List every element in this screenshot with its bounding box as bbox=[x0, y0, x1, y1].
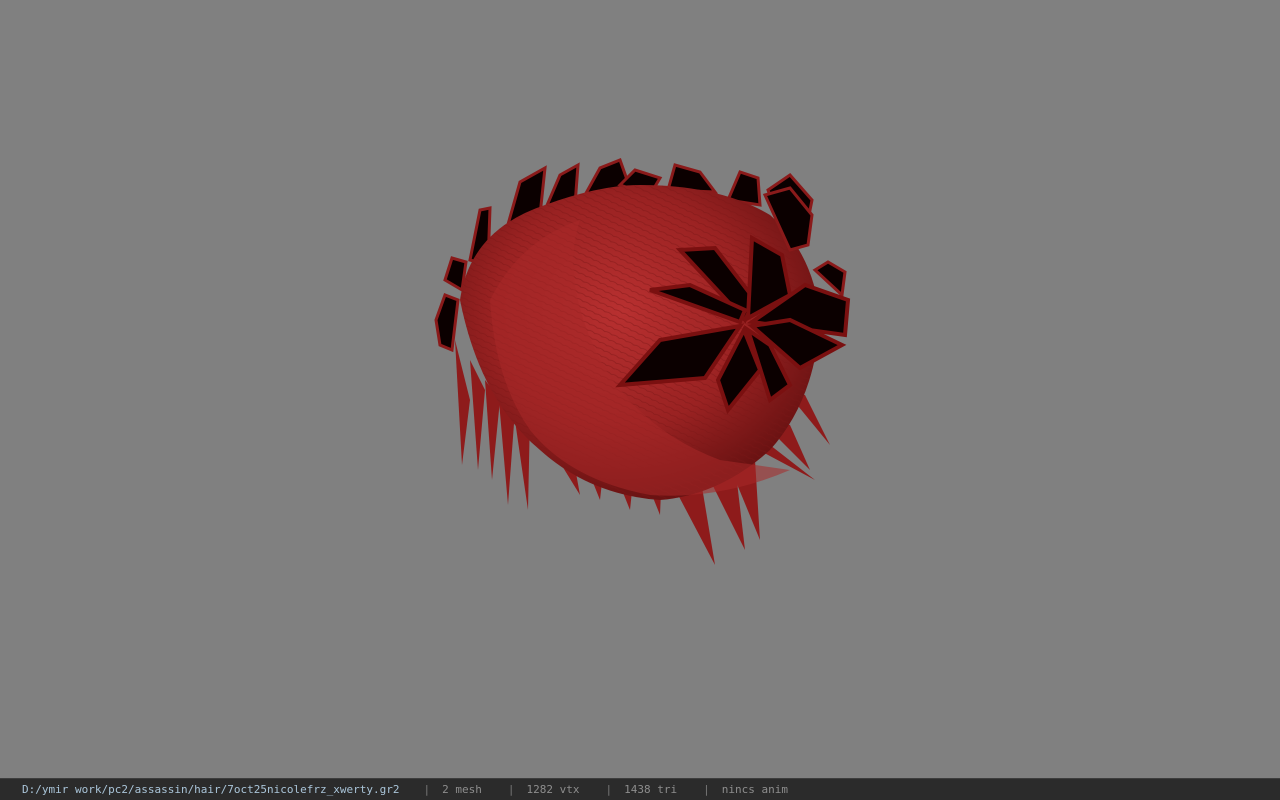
separator: | bbox=[703, 783, 710, 796]
3d-viewport[interactable] bbox=[0, 0, 1280, 778]
file-path-label: D:/ymir work/pc2/assassin/hair/7oct25nic… bbox=[22, 783, 400, 796]
hair-model-render[interactable] bbox=[0, 0, 1280, 778]
animation-status-label: nincs anim bbox=[721, 783, 788, 796]
status-bar: D:/ymir work/pc2/assassin/hair/7oct25nic… bbox=[0, 778, 1280, 800]
vertex-count-label: 1282 vtx bbox=[526, 783, 580, 796]
triangle-count-label: 1438 tri bbox=[624, 783, 678, 796]
separator: | bbox=[507, 783, 515, 796]
separator: | bbox=[605, 783, 613, 796]
separator: | bbox=[423, 783, 431, 796]
mesh-count-label: 2 mesh bbox=[442, 783, 482, 796]
